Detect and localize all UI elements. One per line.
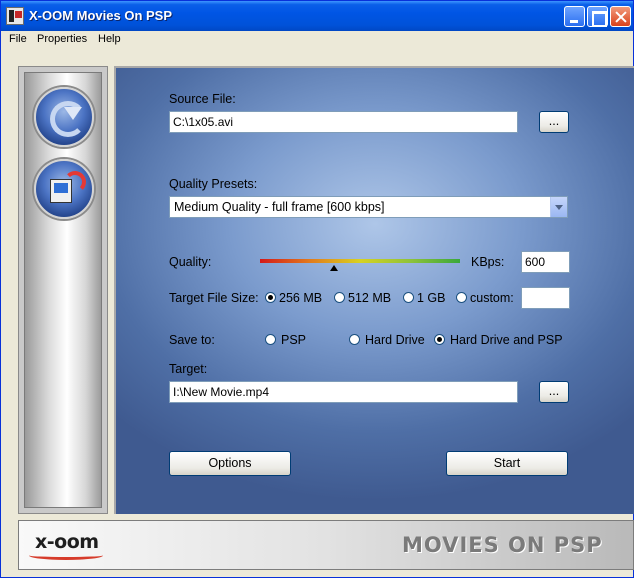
size-radio-1gb[interactable] — [403, 292, 414, 303]
kbps-input[interactable]: 600 — [521, 251, 570, 273]
menu-properties[interactable]: Properties — [37, 33, 87, 45]
size-option-256: 256 MB — [279, 291, 323, 305]
close-button[interactable] — [610, 6, 631, 27]
save-radio-both[interactable] — [434, 334, 445, 345]
save-radio-psp[interactable] — [265, 334, 276, 345]
size-radio-custom[interactable] — [456, 292, 467, 303]
quality-presets-select[interactable]: Medium Quality - full frame [600 kbps] — [169, 196, 568, 218]
options-button[interactable]: Options — [169, 451, 291, 476]
save-radio-hard-drive[interactable] — [349, 334, 360, 345]
footer-title: MOVIES ON PSP — [402, 533, 603, 557]
menu-file[interactable]: File — [9, 33, 27, 45]
size-option-1gb: 1 GB — [417, 291, 446, 305]
logo-swoosh-icon — [29, 551, 103, 560]
save-option-psp: PSP — [281, 333, 307, 347]
size-option-512: 512 MB — [348, 291, 392, 305]
size-radio-256[interactable] — [265, 292, 276, 303]
quality-slider[interactable] — [260, 259, 460, 263]
source-file-input[interactable]: C:\1x05.avi — [169, 111, 518, 133]
title-bar[interactable]: X-OOM Movies On PSP — [1, 1, 633, 31]
xoom-logo: x-oom — [35, 531, 99, 553]
source-browse-button[interactable]: ... — [539, 111, 569, 133]
quality-presets-value: Medium Quality - full frame [600 kbps] — [174, 200, 385, 214]
source-file-label: Source File: — [169, 92, 236, 106]
target-size-label: Target File Size: — [169, 291, 259, 305]
target-input[interactable]: I:\New Movie.mp4 — [169, 381, 518, 403]
chevron-down-icon[interactable] — [550, 197, 567, 217]
quality-presets-label: Quality Presets: — [169, 177, 258, 191]
size-radio-512[interactable] — [334, 292, 345, 303]
movie-to-psp-icon[interactable] — [34, 159, 94, 219]
sidebar — [18, 66, 108, 514]
target-label: Target: — [169, 362, 208, 376]
save-option-hard-drive: Hard Drive — [365, 333, 425, 347]
save-option-both: Hard Drive and PSP — [450, 333, 563, 347]
footer-banner: x-oom MOVIES ON PSP — [18, 520, 634, 570]
maximize-button[interactable] — [587, 6, 608, 27]
quality-label: Quality: — [169, 255, 212, 269]
app-window: X-OOM Movies On PSP File Properties Help… — [0, 0, 634, 578]
kbps-label: KBps: — [471, 255, 505, 269]
size-option-custom: custom: — [470, 291, 514, 305]
sidebar-panel — [24, 72, 102, 508]
minimize-button[interactable] — [564, 6, 585, 27]
app-icon[interactable] — [6, 7, 24, 25]
convert-arrow-icon[interactable] — [34, 87, 94, 147]
start-button[interactable]: Start — [446, 451, 568, 476]
window-title: X-OOM Movies On PSP — [29, 8, 173, 23]
arrow-icon — [64, 171, 86, 193]
custom-size-input[interactable] — [521, 287, 570, 309]
quality-slider-thumb[interactable] — [330, 265, 338, 271]
menu-bar: File Properties Help — [1, 31, 633, 49]
target-browse-button[interactable]: ... — [539, 381, 569, 403]
save-to-label: Save to: — [169, 333, 215, 347]
menu-help[interactable]: Help — [98, 33, 121, 45]
